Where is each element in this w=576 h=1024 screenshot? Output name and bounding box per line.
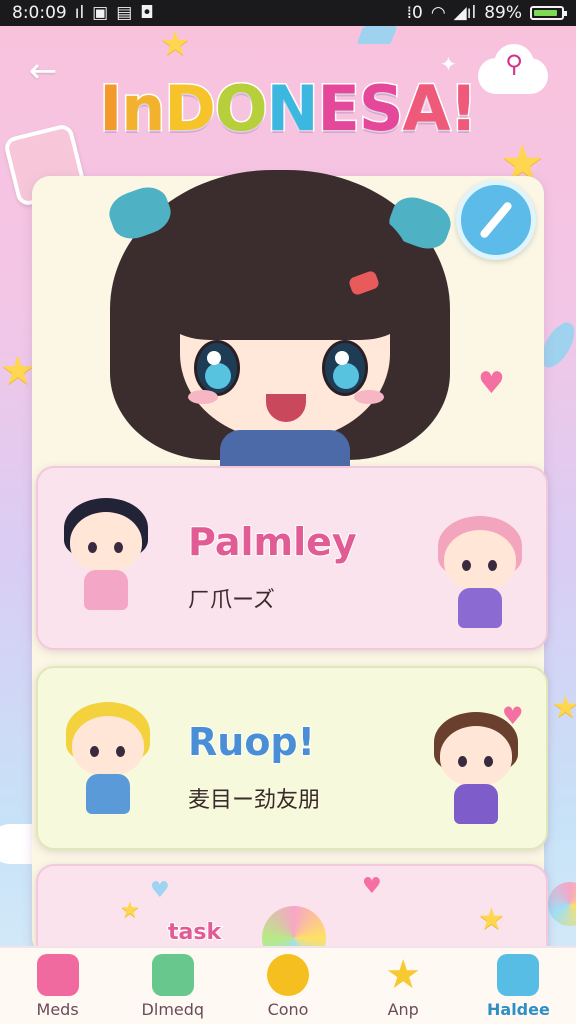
star-decoration-icon: ★ bbox=[0, 348, 36, 394]
star-decoration-icon: ★ bbox=[120, 898, 140, 923]
gem-decoration-icon bbox=[356, 26, 398, 44]
avatar-eye bbox=[114, 542, 123, 553]
battery-percent: 89% bbox=[484, 3, 522, 23]
nav-item-meds[interactable]: Meds bbox=[0, 948, 115, 1024]
avatar-eye bbox=[484, 756, 493, 767]
vertical-bar-icon: ıl bbox=[74, 3, 85, 23]
wifi-icon: ◠ bbox=[430, 3, 446, 23]
bottom-nav: Meds Dlmedq Cono ★ Anp Haldee bbox=[0, 946, 576, 1024]
lollipop-icon bbox=[548, 882, 576, 926]
star-decoration-icon: ★ bbox=[552, 690, 576, 725]
nav-label: Dlmedq bbox=[141, 1000, 205, 1019]
star-decoration-icon: ★ bbox=[160, 24, 191, 64]
avatar-body bbox=[458, 588, 502, 628]
title-letter: D bbox=[163, 71, 218, 147]
star-decoration-icon: ★ bbox=[478, 902, 505, 937]
avatar bbox=[60, 494, 152, 614]
row-subtitle: ㄏ爪ーズ bbox=[188, 588, 275, 613]
avatar-eye bbox=[488, 560, 497, 571]
iris bbox=[333, 363, 359, 389]
nav-label: Haldee bbox=[487, 1000, 550, 1019]
avatar-body bbox=[86, 774, 130, 814]
main-character-illustration bbox=[70, 150, 490, 470]
avatar-face bbox=[444, 530, 516, 590]
nav-item-cono[interactable]: Cono bbox=[230, 948, 345, 1024]
character-collar bbox=[220, 430, 350, 470]
avatar-eye bbox=[462, 560, 471, 571]
status-right: ⁞0 ◠ ◢ıl 89% bbox=[406, 3, 567, 23]
avatar bbox=[62, 698, 154, 818]
nav-label: Cono bbox=[267, 1000, 309, 1019]
nav-label: Anp bbox=[387, 1000, 419, 1019]
title-letter: n bbox=[120, 71, 167, 147]
title-letter: A bbox=[401, 71, 452, 147]
title-letter: N bbox=[265, 71, 320, 147]
status-time: 8:0:09 bbox=[12, 3, 67, 23]
blush-right bbox=[354, 390, 384, 404]
character-row[interactable]: Ruop! 麦目ー劲友朋 ♥ bbox=[36, 666, 548, 850]
lock-icon: ◘ bbox=[140, 3, 154, 23]
page-title: InDONESA! bbox=[0, 71, 576, 147]
battery-fill bbox=[534, 10, 558, 16]
heart-icon: ♥ bbox=[150, 878, 170, 903]
image-icon: ▣ bbox=[92, 3, 109, 23]
edit-button[interactable] bbox=[456, 180, 536, 260]
heart-icon: ♥ bbox=[362, 874, 382, 899]
avatar-eye bbox=[90, 746, 99, 757]
signal-icon: ◢ıl bbox=[453, 3, 477, 23]
character-eye-left bbox=[194, 340, 240, 396]
character-eye-right bbox=[322, 340, 368, 396]
avatar-eye bbox=[116, 746, 125, 757]
tooth-icon bbox=[497, 954, 540, 996]
row-title: Ruop! bbox=[187, 719, 316, 765]
nav-item-anp[interactable]: ★ Anp bbox=[346, 948, 461, 1024]
heart-icon: ♥ bbox=[478, 366, 505, 401]
title-letter: S bbox=[357, 71, 405, 147]
blush-left bbox=[188, 390, 218, 404]
character-row[interactable]: Palmley ㄏ爪ーズ bbox=[36, 466, 548, 650]
character-bangs bbox=[160, 190, 410, 340]
title-letter: I bbox=[98, 71, 124, 147]
avatar-face bbox=[70, 512, 142, 572]
status-left: 8:0:09 ıl ▣ ▤ ◘ bbox=[12, 3, 154, 23]
star-icon: ★ bbox=[385, 952, 422, 998]
cup-icon bbox=[151, 954, 194, 996]
avatar-face bbox=[440, 726, 512, 786]
nav-label: Meds bbox=[36, 1000, 79, 1019]
nav-item-dlmedq[interactable]: Dlmedq bbox=[115, 948, 230, 1024]
status-bar: 8:0:09 ıl ▣ ▤ ◘ ⁞0 ◠ ◢ıl 89% bbox=[0, 0, 576, 26]
app-screen: 8:0:09 ıl ▣ ▤ ◘ ⁞0 ◠ ◢ıl 89% ★ ✦ ★ ★ ★ ←… bbox=[0, 0, 576, 1024]
vibrate-icon: ⁞0 bbox=[406, 3, 423, 23]
coin-icon bbox=[267, 954, 309, 996]
battery-icon bbox=[530, 6, 567, 20]
avatar-body bbox=[84, 570, 128, 610]
title-letter: O bbox=[213, 71, 269, 147]
row-title: Palmley bbox=[187, 519, 358, 565]
notification-icon: ▤ bbox=[116, 3, 133, 23]
avatar-eye bbox=[458, 756, 467, 767]
row-title: task bbox=[167, 919, 222, 946]
iris bbox=[205, 363, 231, 389]
title-letter: E bbox=[316, 71, 361, 147]
avatar-body bbox=[454, 784, 498, 824]
cupcake-icon bbox=[36, 954, 79, 996]
avatar-eye bbox=[88, 542, 97, 553]
title-letter: ! bbox=[448, 71, 479, 147]
avatar bbox=[434, 512, 526, 632]
pencil-icon bbox=[478, 200, 514, 240]
heart-icon: ♥ bbox=[502, 702, 524, 730]
nav-item-haldee[interactable]: Haldee bbox=[461, 948, 576, 1024]
avatar-face bbox=[72, 716, 144, 776]
row-subtitle: 麦目ー劲友朋 bbox=[188, 788, 321, 813]
